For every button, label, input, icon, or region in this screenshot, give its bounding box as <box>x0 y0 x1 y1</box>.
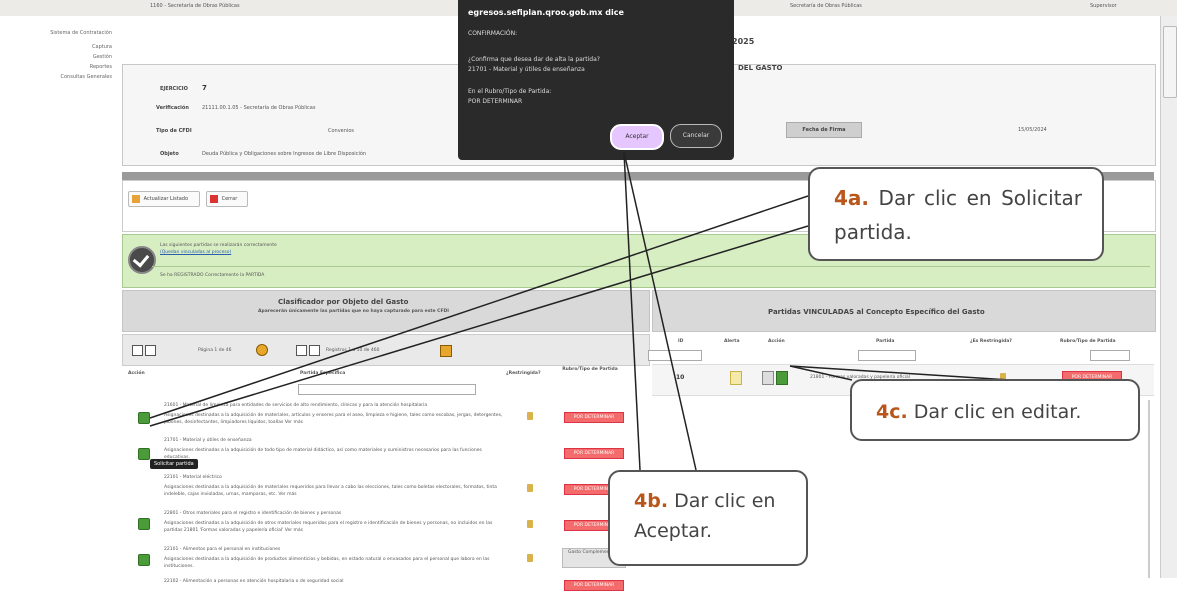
callout-4a-number: 4a. <box>834 186 870 210</box>
callout-4a-text: Dar clic en Solicitar partida. <box>834 186 1082 244</box>
callout-4c-number: 4c. <box>876 401 908 423</box>
pointer-4b-line-1 <box>623 151 641 471</box>
callout-4a: 4a. Dar clic en Solicitar partida. <box>808 167 1104 261</box>
rubro-badge: POR DETERMINAR <box>564 580 624 591</box>
pointer-4a-line-2 <box>149 225 809 427</box>
pointer-4a-line-1 <box>149 195 809 419</box>
annotation-lines <box>149 151 1011 471</box>
callout-4b-number: 4b. <box>634 490 669 512</box>
callout-4b: 4b. Dar clic en Aceptar. <box>608 470 808 566</box>
callout-4c-text: Dar clic en editar. <box>907 401 1082 423</box>
callout-4c: 4c. Dar clic en editar. <box>850 379 1140 441</box>
pointer-4b-line-2 <box>623 151 697 471</box>
row-title: 22102 - Alimentación a personas en atenc… <box>164 579 344 584</box>
